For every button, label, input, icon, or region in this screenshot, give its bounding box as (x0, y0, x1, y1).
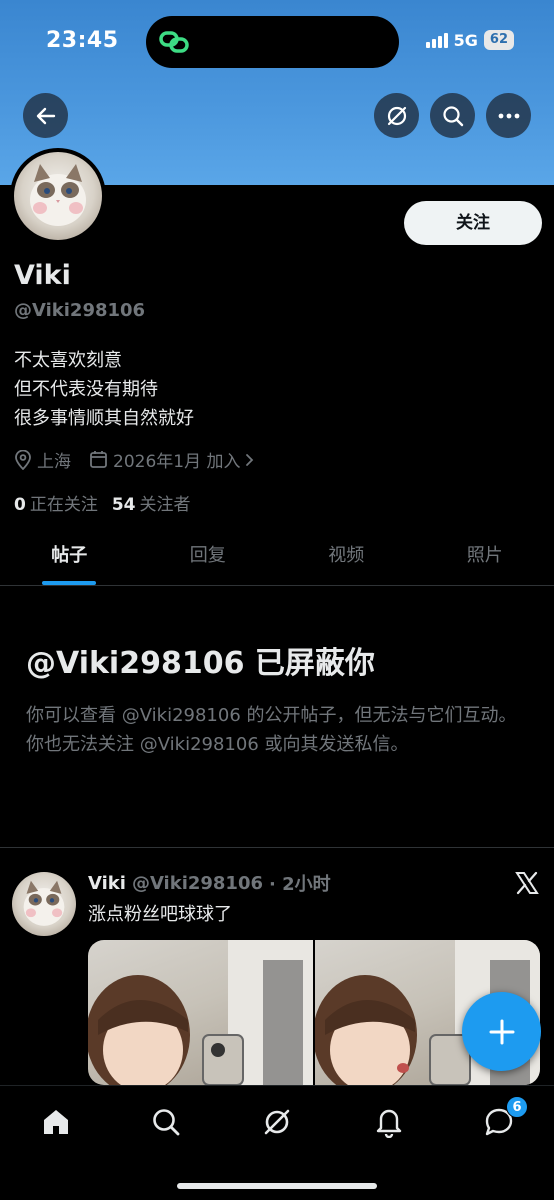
nav-search[interactable] (146, 1102, 186, 1142)
messages-badge: 6 (506, 1096, 528, 1118)
grok-icon (387, 106, 406, 125)
bio-line: 很多事情顺其自然就好 (14, 408, 194, 429)
grok-icon (264, 1109, 290, 1135)
network-type: 5G (453, 30, 478, 50)
search-button[interactable] (430, 93, 475, 138)
signal-icon (425, 32, 448, 48)
bio-line: 但不代表没有期待 (14, 379, 158, 400)
profile-bio: 不太喜欢刻意 但不代表没有期待 很多事情顺其自然就好 (14, 346, 194, 433)
more-icon (498, 113, 519, 118)
location-pin-icon (15, 449, 31, 470)
profile-name: Viki (14, 260, 71, 291)
join-date-text: 2026年1月 加入 (113, 452, 241, 472)
back-button[interactable] (23, 93, 68, 138)
tab-replies[interactable]: 回复 (139, 530, 278, 585)
tab-posts[interactable]: 帖子 (0, 530, 139, 585)
followers-label: 关注者 (139, 495, 191, 515)
divider (0, 847, 554, 848)
bell-icon (376, 1109, 402, 1138)
more-button[interactable] (486, 93, 531, 138)
compose-button[interactable] (462, 992, 541, 1071)
post-author-name[interactable]: Viki (88, 873, 126, 894)
search-icon (442, 105, 463, 126)
post-time: · 2小时 (269, 874, 331, 895)
profile-meta: 上海 2026年1月 加入 (14, 447, 273, 472)
home-indicator[interactable] (177, 1183, 377, 1189)
following-label: 正在关注 (29, 495, 98, 515)
post-avatar[interactable] (12, 872, 76, 936)
search-icon (153, 1109, 180, 1136)
plus-icon (489, 1019, 514, 1044)
post-photo[interactable] (88, 940, 313, 1085)
selfie-image (88, 940, 313, 1085)
follow-stats: 0 正在关注 54 关注者 (14, 490, 191, 515)
following-stat[interactable]: 0 正在关注 (14, 490, 98, 515)
x-logo-icon[interactable] (514, 870, 540, 896)
back-arrow-icon (36, 107, 55, 124)
followers-stat[interactable]: 54 关注者 (112, 490, 191, 515)
grok-button[interactable] (374, 93, 419, 138)
blocked-title: @Viki298106 已屏蔽你 (26, 646, 375, 681)
nav-grok[interactable] (257, 1102, 297, 1142)
dynamic-island (146, 16, 399, 68)
blocked-description: 你可以查看 @Viki298106 的公开帖子，但无法与它们互动。你也无法关注 … (26, 705, 517, 755)
profile-tabs: 帖子 回复 视频 照片 (0, 530, 554, 586)
post-header: Viki @Viki298106 · 2小时 (88, 870, 331, 896)
profile-handle: @Viki298106 (14, 300, 146, 321)
status-indicators: 5G 62 (425, 30, 514, 50)
calendar-icon (90, 451, 107, 468)
post-author-handle[interactable]: @Viki298106 (132, 873, 263, 894)
join-date[interactable]: 2026年1月 加入 (89, 447, 255, 472)
followers-count: 54 (111, 495, 136, 515)
status-time: 23:45 (46, 28, 119, 53)
tab-videos[interactable]: 视频 (277, 530, 416, 585)
link-activity-icon (159, 31, 189, 53)
location: 上海 (14, 447, 71, 472)
nav-home[interactable] (36, 1102, 76, 1142)
nav-notifications[interactable] (369, 1102, 409, 1142)
battery-level: 62 (483, 30, 514, 50)
tab-photos[interactable]: 照片 (416, 530, 554, 585)
chevron-right-icon (246, 453, 254, 466)
location-text: 上海 (37, 452, 71, 472)
home-icon (44, 1110, 68, 1134)
post-text: 涨点粉丝吧球球了 (88, 904, 232, 925)
cat-avatar-image (23, 880, 65, 926)
cat-avatar-image (30, 164, 86, 226)
follow-button[interactable]: 关注 (404, 201, 542, 245)
following-count: 0 (14, 495, 26, 515)
profile-avatar[interactable] (10, 148, 106, 244)
bio-line: 不太喜欢刻意 (14, 350, 122, 371)
